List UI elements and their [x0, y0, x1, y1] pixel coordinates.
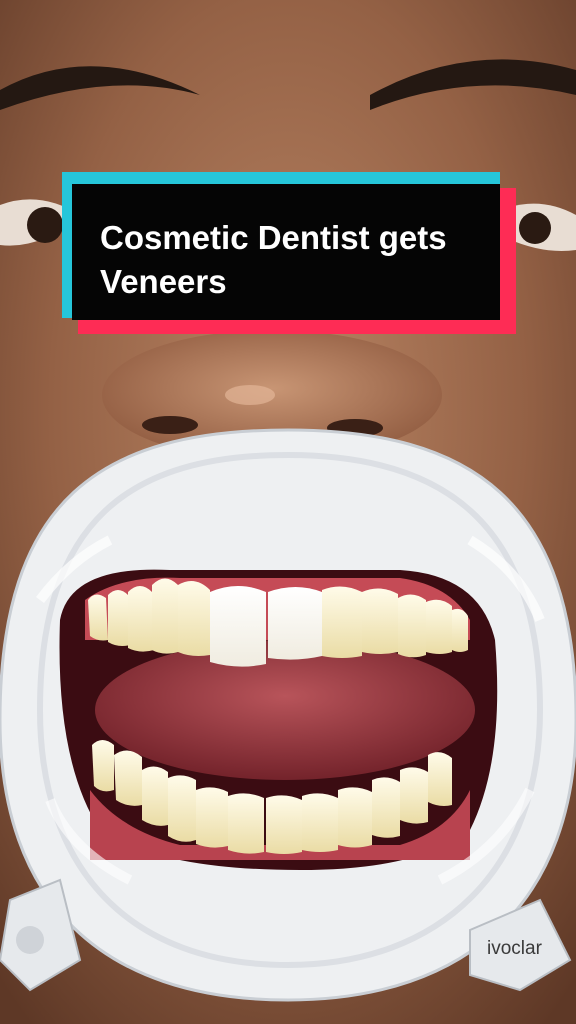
caption-text: Cosmetic Dentist gets Veneers: [100, 219, 447, 300]
video-frame: [0, 0, 576, 1024]
tongue: [95, 640, 475, 780]
nose-highlight: [225, 385, 275, 405]
veneer-left-central: [210, 586, 266, 667]
retractor-brand-text: ivoclar: [487, 938, 542, 959]
veneer-right-central: [268, 587, 322, 660]
left-handle-seal: [16, 926, 44, 954]
caption-banner: Cosmetic Dentist gets Veneers: [62, 172, 516, 334]
right-iris: [519, 212, 551, 244]
left-iris: [27, 207, 63, 243]
caption-box: Cosmetic Dentist gets Veneers: [72, 184, 500, 320]
left-nostril: [142, 416, 198, 434]
